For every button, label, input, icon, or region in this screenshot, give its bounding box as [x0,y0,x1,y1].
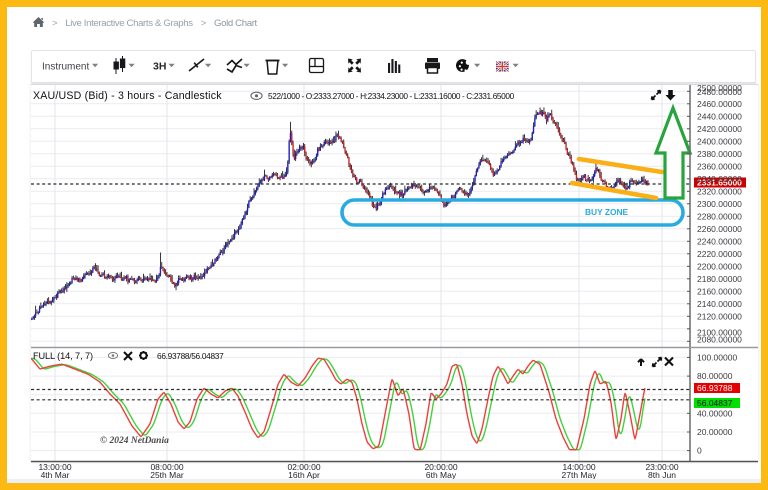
svg-text:Instrument: Instrument [42,62,89,73]
svg-text:3H: 3H [153,61,166,73]
